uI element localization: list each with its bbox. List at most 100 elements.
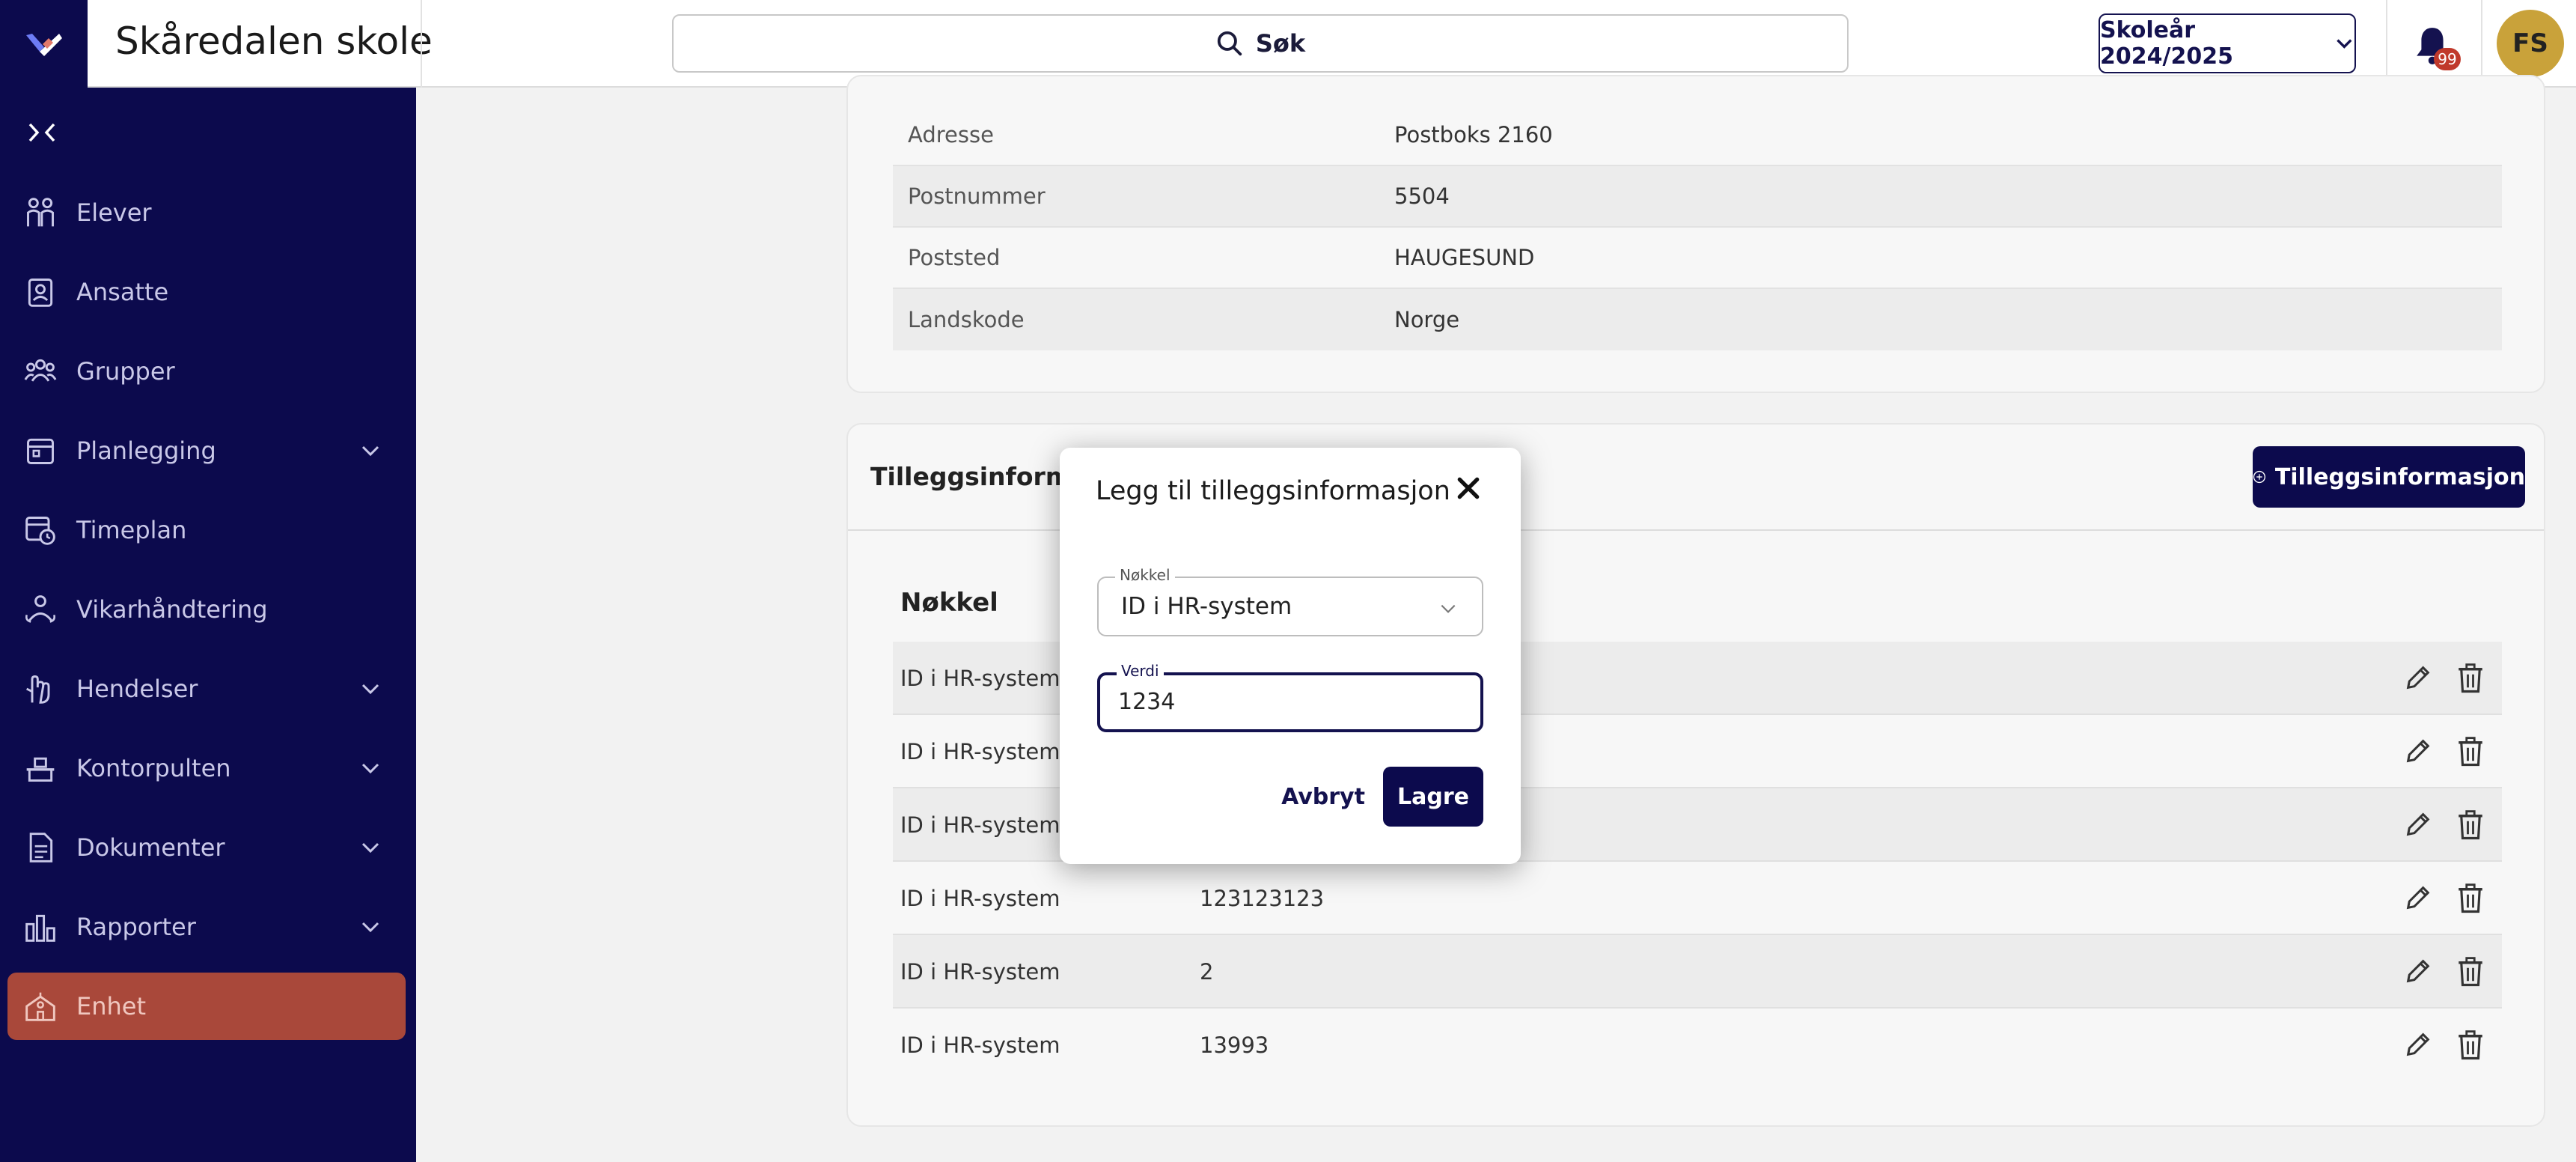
sidebar-item-vikarhåndtering[interactable]: Vikarhåndtering (7, 576, 406, 643)
sidebar-item-ansatte[interactable]: Ansatte (7, 258, 406, 326)
sidebar-item-enhet[interactable]: Enhet (7, 973, 406, 1040)
sidebar-item-label: Ansatte (76, 278, 169, 306)
chevron-down-icon (2337, 39, 2352, 49)
employee-badge-icon (24, 276, 57, 308)
address-key: Adresse (908, 122, 994, 147)
table-row: ID i HR-system 13993 (893, 1009, 2502, 1082)
dialog-title: Legg til tilleggsinformasjon (1096, 476, 1450, 506)
sidebar-item-label: Grupper (76, 357, 175, 386)
collapse-sidebar-icon[interactable] (27, 121, 57, 150)
column-header-key: Nøkkel (900, 588, 998, 618)
sidebar-item-label: Timeplan (76, 516, 187, 544)
address-row: Postnummer 5504 (893, 166, 2502, 228)
search-bar[interactable]: Søk (672, 14, 1849, 73)
app-logo[interactable] (0, 0, 88, 88)
address-value: HAUGESUND (1394, 245, 1535, 270)
table-row: ID i HR-system 2 (893, 935, 2502, 1009)
trash-icon[interactable] (2457, 736, 2484, 767)
groups-icon (24, 355, 57, 388)
divider (421, 0, 422, 88)
avatar[interactable]: FS (2497, 10, 2564, 77)
sidebar-item-label: Dokumenter (76, 833, 225, 862)
pencil-icon[interactable] (2403, 1029, 2433, 1059)
sidebar-item-planlegging[interactable]: Planlegging (7, 417, 406, 484)
trash-icon[interactable] (2457, 1029, 2484, 1061)
row-key: ID i HR-system (900, 739, 1060, 764)
bar-chart-icon (24, 910, 57, 943)
search-label: Søk (1255, 29, 1306, 58)
notification-badge: 99 (2434, 48, 2461, 70)
timetable-icon (24, 514, 57, 547)
key-select-value: ID i HR-system (1121, 593, 1292, 620)
school-year-selector[interactable]: Skoleår 2024/2025 (2099, 13, 2356, 73)
address-key: Poststed (908, 245, 1001, 270)
sidebar-item-grupper[interactable]: Grupper (7, 338, 406, 405)
sidebar-item-elever[interactable]: Elever (7, 179, 406, 246)
chevron-down-icon[interactable] (359, 678, 382, 700)
students-icon (24, 196, 57, 229)
desk-icon (24, 752, 57, 785)
row-key: ID i HR-system (900, 812, 1060, 838)
sidebar-item-kontorpulten[interactable]: Kontorpulten (7, 734, 406, 802)
key-select-label: Nøkkel (1115, 566, 1175, 584)
pencil-icon[interactable] (2403, 809, 2433, 839)
chevron-down-icon[interactable] (359, 836, 382, 859)
address-value: Norge (1394, 307, 1460, 332)
add-additional-info-label: Tilleggsinformasjon (2274, 463, 2525, 490)
address-value: Postboks 2160 (1394, 122, 1553, 147)
row-key: ID i HR-system (900, 1032, 1060, 1058)
address-row: Landskode Norge (893, 289, 2502, 350)
add-additional-info-button[interactable]: Tilleggsinformasjon (2253, 446, 2525, 508)
planning-icon (24, 434, 57, 467)
plus-circle-icon (2253, 470, 2265, 484)
address-card: Adresse Postboks 2160 Postnummer 5504 Po… (846, 75, 2545, 393)
sidebar-item-timeplan[interactable]: Timeplan (7, 496, 406, 564)
school-name: Skåredalen skole (115, 19, 433, 63)
pencil-icon[interactable] (2403, 883, 2433, 913)
trash-icon[interactable] (2457, 883, 2484, 914)
substitute-icon (24, 593, 57, 626)
logo-icon (25, 33, 62, 56)
chevron-down-icon[interactable] (359, 439, 382, 462)
save-button[interactable]: Lagre (1383, 767, 1483, 827)
address-key: Postnummer (908, 183, 1046, 209)
cancel-button[interactable]: Avbryt (1262, 768, 1385, 825)
row-key: ID i HR-system (900, 959, 1060, 985)
sidebar-item-label: Kontorpulten (76, 754, 231, 782)
trash-icon[interactable] (2457, 809, 2484, 841)
pencil-icon[interactable] (2403, 663, 2433, 693)
add-info-dialog: Legg til tilleggsinformasjon Nøkkel ID i… (1060, 448, 1521, 864)
sidebar-item-hendelser[interactable]: Hendelser (7, 655, 406, 723)
sidebar-item-rapporter[interactable]: Rapporter (7, 893, 406, 961)
chevron-down-icon[interactable] (359, 757, 382, 779)
document-icon (24, 831, 57, 864)
close-icon[interactable] (1453, 473, 1483, 503)
key-select[interactable]: Nøkkel ID i HR-system (1097, 566, 1483, 636)
sidebar-item-dokumenter[interactable]: Dokumenter (7, 814, 406, 881)
address-row: Adresse Postboks 2160 (893, 105, 2502, 166)
value-input-wrapper: Verdi (1097, 662, 1483, 732)
pencil-icon[interactable] (2403, 956, 2433, 986)
school-building-icon (24, 990, 57, 1023)
pencil-icon[interactable] (2403, 736, 2433, 766)
sidebar-item-label: Planlegging (76, 436, 216, 465)
search-icon (1217, 31, 1242, 56)
row-value: 13993 (1200, 1032, 1269, 1058)
trash-icon[interactable] (2457, 663, 2484, 694)
address-row: Poststed HAUGESUND (893, 228, 2502, 289)
row-key: ID i HR-system (900, 886, 1060, 911)
row-value: 2 (1200, 959, 1214, 985)
row-key: ID i HR-system (900, 666, 1060, 691)
events-hand-icon (24, 672, 57, 705)
chevron-down-icon (1441, 604, 1456, 613)
school-year-label: Skoleår 2024/2025 (2100, 17, 2233, 70)
row-value: 123123123 (1200, 886, 1325, 911)
chevron-down-icon[interactable] (359, 916, 382, 938)
value-input[interactable] (1118, 689, 1447, 715)
address-key: Landskode (908, 307, 1025, 332)
trash-icon[interactable] (2457, 956, 2484, 988)
sidebar-item-label: Hendelser (76, 675, 198, 703)
table-row: ID i HR-system 123123123 (893, 862, 2502, 935)
address-value: 5504 (1394, 183, 1450, 209)
sidebar-item-label: Enhet (76, 992, 147, 1020)
